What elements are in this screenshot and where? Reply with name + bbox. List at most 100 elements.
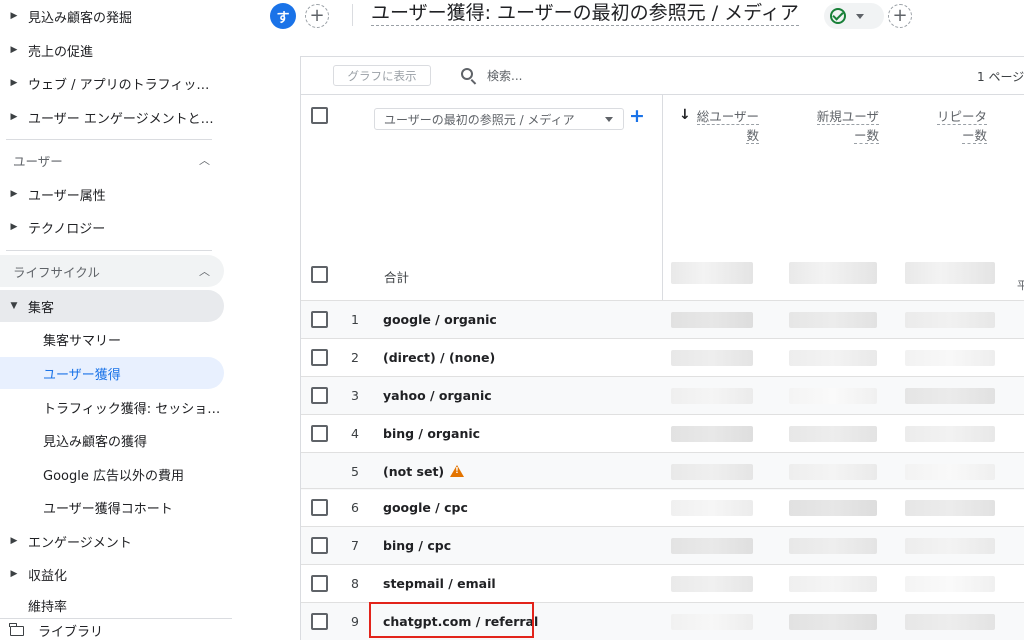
sort-descending-icon: ↓ — [679, 107, 691, 123]
row-index: 9 — [351, 614, 359, 629]
row-dimension-text: google / cpc — [383, 500, 468, 515]
redacted-metric-cell — [789, 426, 877, 442]
row-dimension-value: yahoo / organic — [383, 388, 492, 403]
table-row[interactable]: 6 google / cpc — [301, 488, 1024, 526]
section-title: ライフサイクル — [13, 264, 100, 280]
row-index: 4 — [351, 426, 359, 441]
row-checkbox[interactable] — [311, 311, 328, 328]
redacted-metric-cell — [905, 500, 995, 516]
row-checkbox[interactable] — [311, 387, 328, 404]
row-dimension-text: yahoo / organic — [383, 388, 492, 403]
row-dimension-value: google / cpc — [383, 500, 468, 515]
row-checkbox[interactable] — [311, 575, 328, 592]
sidebar-item-acquisition[interactable]: ▼ 集客 — [0, 290, 224, 322]
sidebar-subitem-label: ユーザー獲得 — [43, 367, 121, 383]
section-header-lifecycle[interactable]: ライフサイクル ︿ — [0, 255, 224, 287]
table-row[interactable]: 2 (direct) / (none) — [301, 338, 1024, 376]
row-checkbox[interactable] — [311, 425, 328, 442]
redacted-metric-cell — [789, 350, 877, 366]
row-checkbox[interactable] — [311, 613, 328, 630]
avatar[interactable]: す — [270, 3, 296, 29]
table-row[interactable]: 5 (not set) — [301, 452, 1024, 490]
column-header-line: ー数 — [961, 128, 987, 144]
expand-arrow-icon: ▶ — [10, 45, 18, 55]
redacted-metric-cell — [789, 464, 877, 480]
redacted-metric-cell — [671, 426, 753, 442]
redacted-metric-cell — [789, 312, 877, 328]
row-dimension-text: stepmail / email — [383, 576, 496, 591]
sidebar-subitem-lead-acquisition[interactable]: 見込み顧客の獲得 — [0, 424, 224, 456]
sidebar-item-label: エンゲージメント — [28, 535, 132, 551]
row-index: 2 — [351, 350, 359, 365]
row-checkbox[interactable] — [311, 349, 328, 366]
redacted-metric-cell — [671, 388, 753, 404]
sidebar-item-lead-generation[interactable]: ▶ 見込み顧客の発掘 — [0, 0, 224, 32]
column-header-new-users[interactable]: 新規ユーザ ー数 — [807, 107, 879, 145]
sidebar-subitem-traffic-acquisition[interactable]: トラフィック獲得: セッショ… — [0, 391, 224, 423]
redacted-metric-cell — [671, 312, 753, 328]
table-row[interactable]: 8 stepmail / email — [301, 564, 1024, 602]
sidebar-item-engagement[interactable]: ▶ エンゲージメント — [0, 525, 224, 557]
sidebar-subitem-user-acquisition-cohort[interactable]: ユーザー獲得コホート — [0, 491, 224, 523]
warning-icon[interactable] — [450, 465, 465, 477]
section-header-user[interactable]: ユーザー ︿ — [0, 144, 224, 176]
report-table-card: グラフに表示 1 ページ ユーザーの最初の参照元 / メディア + ↓ 総ユーザ… — [300, 56, 1024, 640]
redacted-metric-cell — [789, 614, 877, 630]
sidebar-item-drive-sales[interactable]: ▶ 売上の促進 — [0, 34, 224, 66]
expand-arrow-icon: ▶ — [10, 189, 18, 199]
sidebar-subitem-label: トラフィック獲得: セッショ… — [43, 401, 221, 417]
table-row[interactable]: 7 bing / cpc — [301, 526, 1024, 564]
sidebar-item-demographics[interactable]: ▶ ユーザー属性 — [0, 178, 224, 210]
sidebar-item-user-engagement[interactable]: ▶ ユーザー エンゲージメントと… — [0, 101, 224, 133]
add-comparison-button[interactable]: + — [888, 4, 912, 28]
sidebar-item-label: 集客 — [28, 300, 55, 316]
column-header-total-users[interactable]: 総ユーザー 数 — [695, 107, 759, 145]
sidebar-subitem-acquisition-overview[interactable]: 集客サマリー — [0, 323, 224, 355]
column-header-line: 新規ユーザ — [816, 109, 879, 125]
redacted-metric-cell — [789, 388, 877, 404]
redacted-metric-cell — [905, 614, 995, 630]
redacted-metric-cell — [789, 576, 877, 592]
library-link[interactable]: ライブラリ — [0, 618, 232, 640]
expand-arrow-icon: ▶ — [10, 11, 18, 21]
sidebar-item-label: 維持率 — [28, 600, 68, 615]
row-checkbox[interactable] — [311, 537, 328, 554]
sidebar-item-technology[interactable]: ▶ テクノロジー — [0, 211, 224, 243]
chevron-up-icon: ︿ — [199, 154, 210, 167]
column-header-line: 総ユーザー — [696, 109, 759, 125]
sidebar-item-retention[interactable]: 維持率 — [0, 596, 224, 616]
sidebar-subitem-label: ユーザー獲得コホート — [43, 501, 173, 517]
dimension-selector[interactable]: ユーザーの最初の参照元 / メディア — [374, 108, 624, 130]
dimension-label: ユーザーの最初の参照元 / メディア — [384, 112, 575, 127]
add-button[interactable]: + — [305, 4, 329, 28]
column-header-returning-users[interactable]: リピータ ー数 — [925, 107, 987, 145]
page-title[interactable]: ユーザー獲得: ユーザーの最初の参照元 / メディア — [371, 1, 799, 26]
table-row[interactable]: 1 google / organic — [301, 300, 1024, 338]
table-row[interactable]: 4 bing / organic — [301, 414, 1024, 452]
sidebar-subitem-non-google-cost[interactable]: Google 広告以外の費用 — [0, 458, 224, 490]
column-divider — [662, 94, 663, 301]
search-input[interactable] — [487, 65, 687, 87]
sidebar-item-monetization[interactable]: ▶ 収益化 — [0, 558, 224, 590]
table-row[interactable]: 9 chatgpt.com / referral — [301, 602, 1024, 640]
redacted-metric-cell — [905, 464, 995, 480]
pagination-label: 1 ページ — [977, 70, 1024, 84]
add-dimension-button[interactable]: + — [629, 105, 645, 127]
table-row[interactable]: 3 yahoo / organic — [301, 376, 1024, 414]
row-dimension-text: (direct) / (none) — [383, 350, 496, 365]
sidebar-subitem-user-acquisition[interactable]: ユーザー獲得 — [0, 357, 224, 389]
row-checkbox[interactable] — [311, 499, 328, 516]
redacted-metric-cell — [905, 576, 995, 592]
row-dimension-value: bing / organic — [383, 426, 480, 441]
sidebar-item-label: テクノロジー — [28, 221, 106, 237]
sidebar-item-web-app-traffic[interactable]: ▶ ウェブ / アプリのトラフィック… — [0, 67, 224, 99]
expand-arrow-icon: ▶ — [10, 536, 18, 546]
redacted-metric-cell — [671, 500, 753, 516]
plot-rows-button[interactable]: グラフに表示 — [333, 65, 431, 86]
status-dropdown[interactable] — [824, 3, 884, 29]
redacted-total-cell — [905, 262, 995, 284]
select-all-checkbox[interactable] — [311, 107, 328, 124]
total-row-checkbox[interactable] — [311, 266, 328, 283]
redacted-metric-cell — [789, 538, 877, 554]
folder-icon — [9, 622, 24, 636]
